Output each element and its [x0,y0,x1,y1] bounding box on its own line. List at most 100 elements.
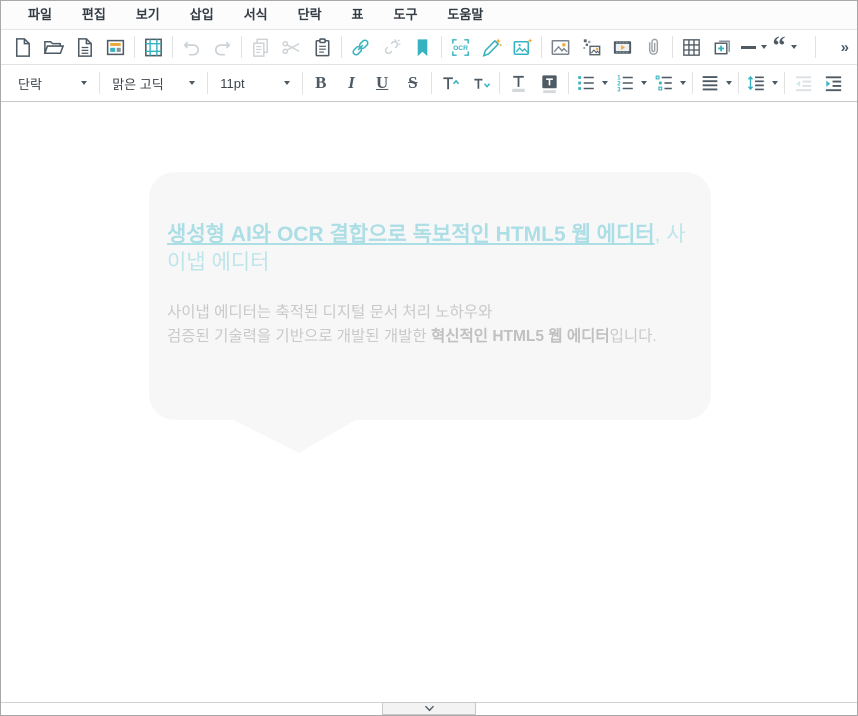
open-button[interactable] [38,32,69,62]
image-button[interactable] [545,32,576,62]
redo-button[interactable] [207,32,238,62]
chevron-down-icon [602,81,608,85]
table-button[interactable] [676,32,707,62]
horizontal-line-button[interactable] [738,32,769,62]
toolbar-separator [302,72,303,94]
chevron-down-icon [791,45,797,49]
font-size-select[interactable]: 11pt [211,68,298,98]
new-document-button[interactable] [7,32,38,62]
chevron-down-icon [680,81,686,85]
blockquote-button[interactable]: “ [769,32,800,62]
numbered-list-button[interactable]: 1 2 3 [611,68,650,98]
link-icon [349,36,372,59]
italic-button[interactable]: I [336,68,367,98]
video-icon [611,36,634,59]
increase-font-size-button[interactable] [435,68,466,98]
cut-button[interactable] [276,32,307,62]
decrease-indent-icon [792,72,815,95]
line-spacing-button[interactable] [742,68,781,98]
video-button[interactable] [607,32,638,62]
horizontal-line-icon [741,46,756,49]
recent-document-button[interactable] [69,32,100,62]
bookmark-icon [411,36,434,59]
add-frame-icon [711,36,734,59]
multilevel-list-button[interactable] [650,68,689,98]
main-toolbar: OCR [1,30,857,65]
decrease-indent-button[interactable] [788,68,819,98]
line-spacing-icon [745,72,767,94]
paragraph-style-value: 단락 [18,74,42,93]
svg-text:OCR: OCR [453,45,468,52]
chevron-down-icon [424,705,435,712]
ocr-button[interactable]: OCR [445,32,476,62]
menu-help[interactable]: 도움말 [432,1,498,29]
format-toolbar: 단락 맑은 고딕 11pt B I U S [1,65,857,102]
ai-pen-button[interactable] [476,32,507,62]
alignment-button[interactable] [696,68,735,98]
placeholder-body-suffix: 입니다. [610,328,657,345]
toolbar-separator [815,36,816,58]
more-tools-button[interactable]: » [835,39,851,56]
toolbar-separator [692,72,693,94]
link-button[interactable] [345,32,376,62]
paste-button[interactable] [307,32,338,62]
undo-button[interactable] [176,32,207,62]
strikethrough-button[interactable]: S [397,68,428,98]
collapse-panel-button[interactable] [382,702,476,715]
paragraph-style-select[interactable]: 단락 [9,68,96,98]
toolbar-separator [441,36,442,58]
image-icon [549,36,572,59]
editor-window: 파일 편집 보기 삽입 서식 단락 표 도구 도움말 [0,0,858,716]
placeholder-heading-link[interactable]: 생성형 AI와 OCR 결합으로 독보적인 HTML5 웹 에디터 [167,223,655,246]
chevron-down-icon [641,81,647,85]
attachment-button[interactable] [638,32,669,62]
unlink-icon [380,36,403,59]
add-frame-button[interactable] [707,32,738,62]
align-text-icon [699,72,721,94]
text-color-button[interactable] [503,68,534,98]
copy-button[interactable] [245,32,276,62]
template-icon [104,36,127,59]
highlight-color-button[interactable] [534,68,565,98]
document-icon [73,36,96,59]
menu-bar: 파일 편집 보기 삽입 서식 단락 표 도구 도움말 [1,1,857,30]
chevron-down-icon [189,81,195,85]
toolbar-separator [241,36,242,58]
editor-canvas[interactable]: 생성형 AI와 OCR 결합으로 독보적인 HTML5 웹 에디터, 사이냅 에… [1,102,857,702]
cut-icon [280,36,303,59]
page-setup-button[interactable] [138,32,169,62]
toolbar-separator [541,36,542,58]
new-document-icon [11,36,34,59]
bullet-list-icon [575,72,597,94]
menu-edit[interactable]: 편집 [67,1,121,29]
menu-table[interactable]: 표 [337,1,379,29]
increase-indent-button[interactable] [818,68,849,98]
underline-button[interactable]: U [367,68,398,98]
unlink-button[interactable] [376,32,407,62]
menu-format[interactable]: 서식 [229,1,283,29]
ai-image-icon [511,36,534,59]
highlight-color-icon [538,72,561,95]
toolbar-separator [784,72,785,94]
chevron-down-icon [81,81,87,85]
decrease-font-size-button[interactable] [466,68,497,98]
image-collection-button[interactable] [576,32,607,62]
menu-paragraph[interactable]: 단락 [283,1,337,29]
toolbar-separator [207,72,208,94]
placeholder-body-line1: 사이냅 에디터는 축적된 디지털 문서 처리 노하우와 [167,304,492,321]
template-button[interactable] [100,32,131,62]
menu-file[interactable]: 파일 [13,1,67,29]
menu-tools[interactable]: 도구 [379,1,433,29]
bullet-list-button[interactable] [572,68,611,98]
menu-view[interactable]: 보기 [121,1,175,29]
bookmark-button[interactable] [407,32,438,62]
ai-pen-icon [480,36,503,59]
blockquote-icon: “ [773,39,786,55]
svg-text:3: 3 [617,87,621,93]
bold-button[interactable]: B [306,68,337,98]
menu-insert[interactable]: 삽입 [175,1,229,29]
font-size-value: 11pt [220,76,244,91]
font-family-select[interactable]: 맑은 고딕 [103,68,204,98]
ai-image-button[interactable] [507,32,538,62]
toolbar-separator [341,36,342,58]
